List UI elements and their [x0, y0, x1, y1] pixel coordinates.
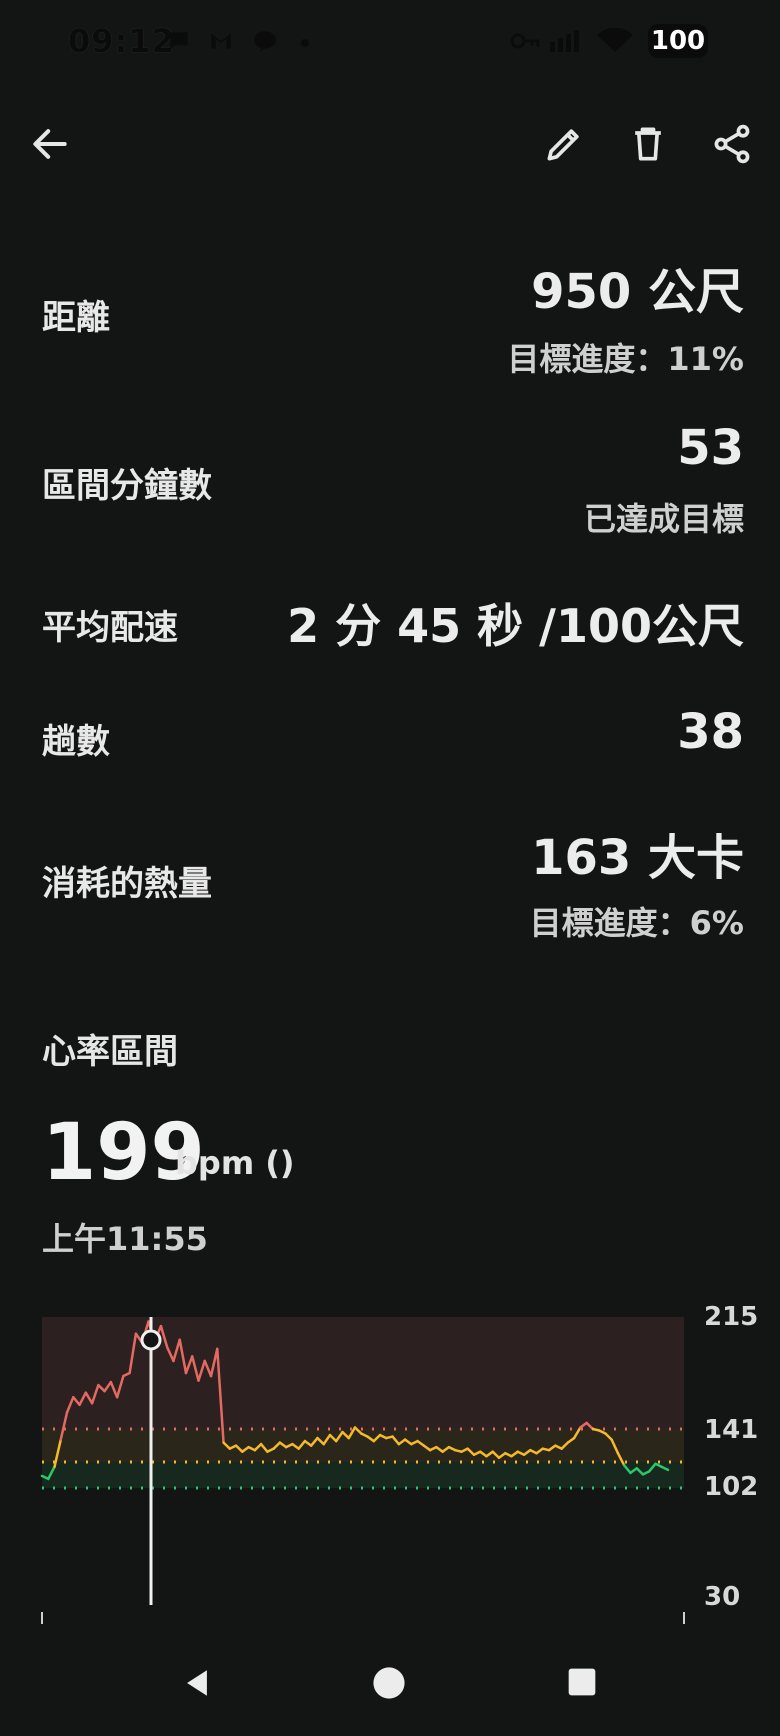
laps-value: 38	[677, 704, 744, 760]
heart-rate-zones-title: 心率區間	[42, 1032, 178, 1072]
status-time: 09:12	[68, 22, 175, 60]
status-bar: 09:12 100	[0, 0, 780, 90]
zone-minutes-status: 已達成目標	[583, 500, 744, 538]
system-nav-bar	[0, 1636, 780, 1736]
distance-goal-progress: 目標進度：11%	[507, 340, 744, 378]
vpn-key-icon	[510, 33, 540, 49]
heart-rate-time: 上午11:55	[42, 1220, 208, 1258]
y-tick-label: 102	[704, 1472, 759, 1502]
zone-minutes-label: 區間分鐘數	[42, 466, 212, 506]
nav-recents-icon[interactable]	[566, 1666, 598, 1698]
back-arrow-icon[interactable]	[28, 122, 72, 166]
distance-label: 距離	[42, 298, 110, 338]
zone-minutes-value: 53	[677, 420, 744, 476]
y-tick-label: 141	[704, 1415, 759, 1445]
y-tick-label: 215	[704, 1302, 759, 1332]
calories-goal-progress: 目標進度：6%	[529, 904, 744, 942]
edit-icon[interactable]	[542, 122, 586, 166]
chat-bubble-icon	[170, 32, 188, 50]
heart-rate-unit: bpm ()	[175, 1144, 295, 1182]
delete-icon[interactable]	[626, 122, 670, 166]
signal-icon	[550, 30, 579, 52]
gmail-icon	[211, 33, 231, 49]
calories-value: 163 大卡	[531, 830, 744, 886]
nav-home-icon[interactable]	[372, 1666, 406, 1700]
dot-icon	[301, 39, 309, 47]
wifi-icon	[597, 28, 633, 52]
avg-pace-value: 2 分 45 秒 /100公尺	[287, 599, 744, 653]
line-icon	[254, 31, 276, 52]
peak-zone-band	[42, 1317, 684, 1429]
avg-pace-label: 平均配速	[42, 608, 178, 648]
distance-value: 950 公尺	[531, 264, 744, 320]
y-tick-label: 30	[704, 1582, 741, 1612]
fat-burn-zone-band	[42, 1462, 684, 1488]
heart-rate-chart[interactable]	[0, 1300, 780, 1636]
nav-back-icon[interactable]	[180, 1666, 214, 1700]
scrub-cursor-handle[interactable]	[140, 1329, 162, 1351]
share-icon[interactable]	[710, 122, 754, 166]
calories-label: 消耗的熱量	[42, 864, 212, 904]
battery-icon: 100	[648, 24, 708, 58]
laps-label: 趟數	[42, 722, 110, 762]
